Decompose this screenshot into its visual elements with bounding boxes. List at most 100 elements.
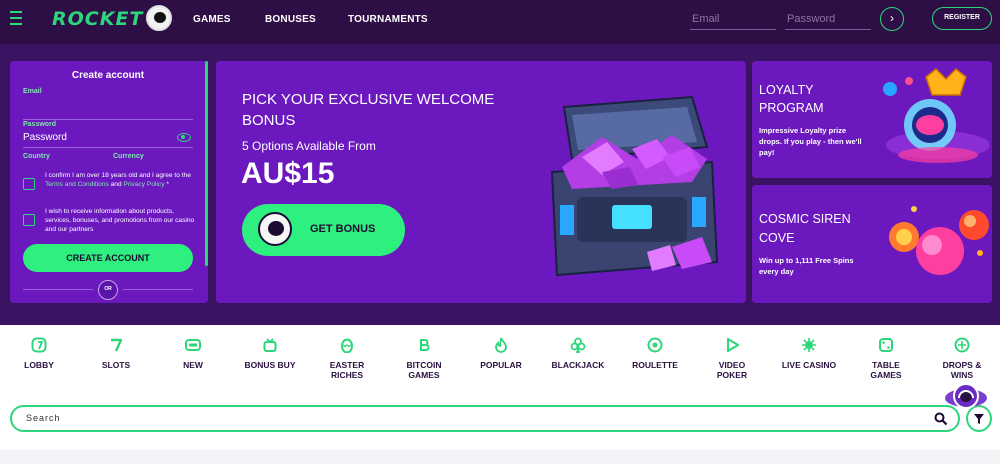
category-bitcoin-games[interactable]: BITCOIN GAMES xyxy=(384,337,464,380)
password-field[interactable]: Password xyxy=(23,132,67,143)
loyalty-program-card[interactable]: LOYALTY PROGRAM Impressive Loyalty prize… xyxy=(752,61,992,178)
siren-text-l2: every day xyxy=(759,267,794,276)
get-bonus-label: GET BONUS xyxy=(310,223,376,235)
siren-title-l1: COSMIC SIREN xyxy=(759,212,851,226)
category-label: DROPS & xyxy=(942,360,982,370)
seven-icon xyxy=(111,338,123,352)
play-icon xyxy=(727,338,739,352)
category-roulette[interactable]: ROULETTE xyxy=(615,337,695,370)
terms-link[interactable]: Terms and Conditions xyxy=(45,181,109,188)
or-separator: OR xyxy=(98,280,118,300)
category-lobby[interactable]: LOBBY xyxy=(0,337,79,370)
category-label: ROULETTE xyxy=(632,360,678,370)
category-label-line2: GAMES xyxy=(870,370,902,380)
age-consent-text: I confirm I am over 18 years old and I a… xyxy=(45,171,193,189)
consent-and: and xyxy=(110,181,122,188)
required-star: * xyxy=(166,181,169,188)
category-label: BITCOIN xyxy=(406,360,442,370)
category-drops-wins[interactable]: DROPS & WINS xyxy=(922,337,1000,380)
password-underline xyxy=(23,147,193,148)
logo-text[interactable]: ROCKET xyxy=(52,8,143,30)
category-label: SLOTS xyxy=(101,360,131,370)
eye-icon[interactable] xyxy=(177,133,191,142)
loyalty-text-l3: pay! xyxy=(759,148,775,157)
marketing-text: I wish to receive information about prod… xyxy=(45,208,195,233)
header-email-input[interactable] xyxy=(690,8,776,30)
drops-icon xyxy=(954,337,970,353)
currency-select[interactable]: Currency xyxy=(113,153,144,160)
welcome-bonus-banner[interactable]: PICK YOUR EXCLUSIVE WELCOME BONUS 5 Opti… xyxy=(216,61,746,303)
category-label: VIDEO xyxy=(718,360,746,370)
planets-icon xyxy=(889,206,989,275)
dice-icon xyxy=(879,338,893,352)
country-select[interactable]: Country xyxy=(23,153,50,160)
privacy-link[interactable]: Privacy Policy xyxy=(123,181,164,188)
category-video-poker[interactable]: VIDEO POKER xyxy=(692,337,772,380)
category-popular[interactable]: POPULAR xyxy=(461,337,541,370)
support-chat-icon[interactable] xyxy=(944,378,988,416)
live-icon xyxy=(802,338,816,352)
treasure-chest-icon xyxy=(550,95,719,277)
category-label: BONUS BUY xyxy=(244,360,296,370)
egg-icon xyxy=(341,338,353,353)
flame-icon xyxy=(495,337,507,353)
category-label-line2: GAMES xyxy=(408,370,440,380)
category-label-line2: POKER xyxy=(716,370,748,380)
astronaut-icon xyxy=(258,212,292,246)
hero-title: PICK YOUR EXCLUSIVE WELCOME BONUS xyxy=(242,91,495,129)
category-new[interactable]: NEW xyxy=(153,337,233,370)
nav-bonuses[interactable]: BONUSES xyxy=(265,14,316,25)
hero-subtitle: 5 Options Available From xyxy=(242,139,376,153)
club-icon xyxy=(570,337,586,353)
category-live-casino[interactable]: LIVE CASINO xyxy=(769,337,849,370)
loyalty-planet-icon xyxy=(883,67,989,163)
category-label: TABLE xyxy=(872,360,900,370)
divider-left xyxy=(23,289,93,290)
category-label: LIVE CASINO xyxy=(781,360,837,370)
top-header: ROCKET GAMES BONUSES TOURNAMENTS › REGIS… xyxy=(0,0,1000,44)
category-bonus-buy[interactable]: BONUS BUY xyxy=(230,337,310,370)
create-account-button[interactable]: CREATE ACCOUNT xyxy=(23,244,193,272)
new-icon xyxy=(185,339,201,351)
content-area-top xyxy=(0,450,1000,464)
category-slots[interactable]: SLOTS xyxy=(76,337,156,370)
loyalty-title-l2: PROGRAM xyxy=(759,101,824,115)
divider-right xyxy=(123,289,193,290)
cosmic-siren-card[interactable]: COSMIC SIREN COVE Win up to 1,111 Free S… xyxy=(752,185,992,303)
category-table-games[interactable]: TABLE GAMES xyxy=(846,337,926,380)
create-account-title: Create account xyxy=(71,70,145,81)
create-account-panel: Create account Email Password Password C… xyxy=(10,61,208,303)
marketing-checkbox[interactable] xyxy=(23,214,35,226)
category-easter-riches[interactable]: EASTER RICHES xyxy=(307,337,387,380)
loyalty-text-l2: drops. If you play - then we'll xyxy=(759,137,862,146)
lobby-icon xyxy=(31,337,47,353)
category-label: NEW xyxy=(183,360,203,370)
menu-icon[interactable] xyxy=(10,11,22,27)
get-bonus-button[interactable]: GET BONUS xyxy=(242,204,405,256)
password-label: Password xyxy=(23,121,57,128)
loyalty-title-l1: LOYALTY xyxy=(759,83,814,97)
register-button[interactable]: REGISTER xyxy=(932,7,992,30)
search-input[interactable] xyxy=(26,413,906,423)
category-blackjack[interactable]: BLACKJACK xyxy=(538,337,618,370)
email-field[interactable] xyxy=(23,119,193,120)
nav-tournaments[interactable]: TOURNAMENTS xyxy=(348,14,428,25)
age-consent-checkbox[interactable] xyxy=(23,178,35,190)
search-bar[interactable] xyxy=(10,405,960,432)
category-label-line2: RICHES xyxy=(330,370,364,380)
nav-games[interactable]: GAMES xyxy=(193,14,231,25)
login-submit-button[interactable]: › xyxy=(880,7,904,31)
astronaut-logo-icon[interactable] xyxy=(146,5,172,31)
email-label: Email xyxy=(23,88,42,95)
category-label: BLACKJACK xyxy=(551,360,605,370)
panel-scrollbar[interactable] xyxy=(205,61,208,266)
category-label: POPULAR xyxy=(480,360,522,370)
roulette-icon xyxy=(647,337,663,353)
header-password-input[interactable] xyxy=(785,8,871,30)
loyalty-text-l1: Impressive Loyalty prize xyxy=(759,126,847,135)
gift-icon xyxy=(263,338,277,352)
siren-title-l2: COVE xyxy=(759,231,795,245)
consent-text: I confirm I am over 18 years old and I a… xyxy=(45,172,191,179)
hero-amount: AU$15 xyxy=(241,157,335,190)
siren-text-l1: Win up to 1,111 Free Spins xyxy=(759,256,854,265)
